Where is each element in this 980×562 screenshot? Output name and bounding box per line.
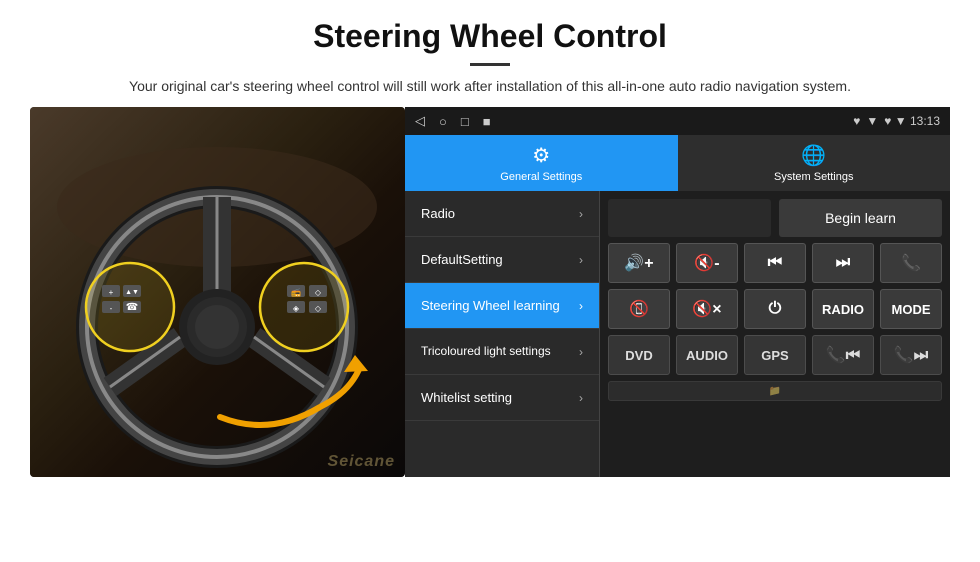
control-row-4: 📁 [608,381,942,401]
tab-general-label: General Settings [500,171,582,183]
dvd-button[interactable]: DVD [608,335,670,375]
status-right: ♥ ▼ ♥ ▼ 13:13 [853,114,940,128]
chevron-steering-icon: › [579,299,583,313]
time-display: ♥ ▼ 13:13 [884,114,940,128]
chevron-radio-icon: › [579,207,583,221]
tab-system[interactable]: 🌐 System Settings [678,135,951,191]
svg-text:▲▼: ▲▼ [125,289,139,296]
watermark: Seicane [328,453,395,471]
tel-prev-button[interactable]: 📞⏮ [812,335,874,375]
menu-item-whitelist[interactable]: Whitelist setting › [405,375,599,421]
tel-next-icon: 📞⏭ [894,345,928,365]
status-left: ◁ ○ □ ■ [415,113,491,129]
power-icon: ⏻ [769,300,782,318]
prev-track-icon: ⏮ [768,254,782,272]
chevron-whitelist-icon: › [579,391,583,405]
vol-down-icon: 🔇- [694,253,719,273]
menu-item-default[interactable]: DefaultSetting › [405,237,599,283]
next-track-button[interactable]: ⏭ [812,243,874,283]
radio-label: RADIO [822,302,864,317]
menu-tricolour-label: Tricoloured light settings [421,344,551,358]
cast-icon: ■ [483,114,491,129]
main-content: Radio › DefaultSetting › Steering Wheel … [405,191,950,477]
car-background: + - ▲▼ ☎ 📻 ◇ ◈ ◇ [30,107,405,477]
control-panel: Begin learn 🔊+ 🔇- ⏮ ⏭ [600,191,950,477]
title-divider [470,63,510,66]
svg-text:◇: ◇ [315,304,322,313]
begin-learn-label: Begin learn [825,210,896,226]
menu-panel: Radio › DefaultSetting › Steering Wheel … [405,191,600,477]
steering-wheel-svg: + - ▲▼ ☎ 📻 ◇ ◈ ◇ [30,107,405,477]
control-row-1: 🔊+ 🔇- ⏮ ⏭ 📞 [608,243,942,283]
tel-prev-icon: 📞⏮ [826,345,860,365]
control-row-3: DVD AUDIO GPS 📞⏮ 📞⏭ [608,335,942,375]
home-icon: ○ [439,114,447,129]
menu-item-steering[interactable]: Steering Wheel learning › [405,283,599,329]
signal-icon: ▼ [866,114,878,128]
audio-label: AUDIO [686,348,728,363]
tel-next-button[interactable]: 📞⏭ [880,335,942,375]
gps-button[interactable]: GPS [744,335,806,375]
phone-icon: 📞 [901,253,921,273]
phone-answer-button[interactable]: 📞 [880,243,942,283]
begin-learn-row: Begin learn [608,199,942,237]
page-header: Steering Wheel Control Your original car… [0,0,980,107]
svg-text:◈: ◈ [293,304,300,313]
vol-up-button[interactable]: 🔊+ [608,243,670,283]
power-button[interactable]: ⏻ [744,289,806,329]
chevron-default-icon: › [579,253,583,267]
next-track-icon: ⏭ [836,254,850,272]
svg-text:📻: 📻 [291,288,301,297]
hang-up-button[interactable]: 📵 [608,289,670,329]
tab-system-label: System Settings [774,171,853,183]
menu-radio-label: Radio [421,206,455,222]
mute-icon: 🔇× [692,299,721,319]
chevron-tricolour-icon: › [579,345,583,359]
android-panel: ◁ ○ □ ■ ♥ ▼ ♥ ▼ 13:13 ⚙ General Settings… [405,107,950,477]
prev-track-button[interactable]: ⏮ [744,243,806,283]
status-bar: ◁ ○ □ ■ ♥ ▼ ♥ ▼ 13:13 [405,107,950,135]
vol-up-icon: 🔊+ [624,253,653,273]
svg-text:-: - [110,304,113,313]
hang-up-icon: 📵 [629,299,649,319]
radio-button[interactable]: RADIO [812,289,874,329]
tab-general[interactable]: ⚙ General Settings [405,135,678,191]
page-title: Steering Wheel Control [60,18,920,55]
menu-whitelist-label: Whitelist setting [421,390,512,406]
content-area: + - ▲▼ ☎ 📻 ◇ ◈ ◇ [0,107,980,477]
recents-icon: □ [461,114,469,129]
svg-text:+: + [109,288,114,297]
svg-text:☎: ☎ [126,302,138,313]
extra-icon-1: 📁 [769,386,781,397]
menu-item-tricolour[interactable]: Tricoloured light settings › [405,329,599,375]
menu-item-radio[interactable]: Radio › [405,191,599,237]
dvd-label: DVD [625,348,652,363]
audio-button[interactable]: AUDIO [676,335,738,375]
menu-default-label: DefaultSetting [421,252,503,268]
tab-bar: ⚙ General Settings 🌐 System Settings [405,135,950,191]
mode-label: MODE [892,302,931,317]
car-image-panel: + - ▲▼ ☎ 📻 ◇ ◈ ◇ [30,107,405,477]
learn-spacer [608,199,771,237]
page-subtitle: Your original car's steering wheel contr… [60,76,920,97]
back-icon: ◁ [415,113,425,129]
vol-down-button[interactable]: 🔇- [676,243,738,283]
begin-learn-button[interactable]: Begin learn [779,199,942,237]
extra-button-1[interactable]: 📁 [608,381,942,401]
system-settings-icon: 🌐 [801,143,826,168]
gps-label: GPS [761,348,788,363]
general-settings-icon: ⚙ [532,143,550,168]
mute-button[interactable]: 🔇× [676,289,738,329]
menu-steering-label: Steering Wheel learning [421,298,560,314]
mode-button[interactable]: MODE [880,289,942,329]
control-row-2: 📵 🔇× ⏻ RADIO MODE [608,289,942,329]
location-icon: ♥ [853,114,860,128]
svg-text:◇: ◇ [315,288,322,297]
